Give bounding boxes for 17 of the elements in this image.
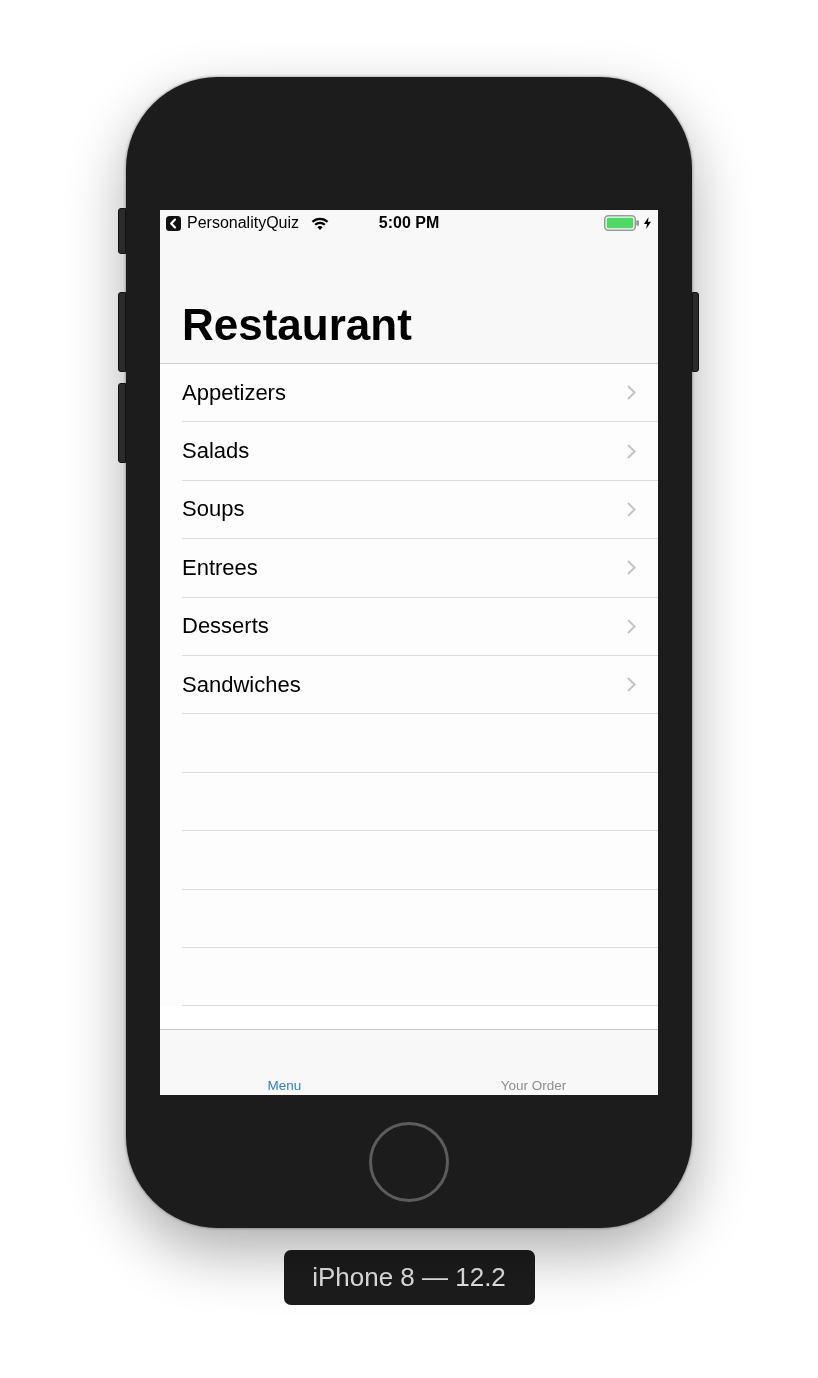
side-button[interactable] — [118, 208, 126, 254]
chevron-right-icon — [627, 677, 636, 693]
chevron-right-icon — [627, 618, 636, 634]
volume-button[interactable] — [118, 383, 126, 463]
chevron-right-icon — [627, 501, 636, 517]
chevron-right-icon — [627, 385, 636, 401]
battery-icon — [604, 215, 639, 231]
back-to-app-button[interactable]: PersonalityQuiz — [166, 214, 300, 232]
page-title: Restaurant — [182, 301, 412, 350]
chevron-right-icon — [627, 560, 636, 576]
volume-button[interactable] — [118, 292, 126, 372]
status-time: 5:00 PM — [378, 214, 440, 232]
power-button[interactable] — [692, 292, 699, 372]
device-name-label: iPhone 8 — 12.2 — [283, 1250, 535, 1305]
tab[interactable]: Menu — [160, 1030, 409, 1095]
wifi-icon — [311, 216, 330, 230]
chevron-right-icon — [627, 443, 636, 459]
